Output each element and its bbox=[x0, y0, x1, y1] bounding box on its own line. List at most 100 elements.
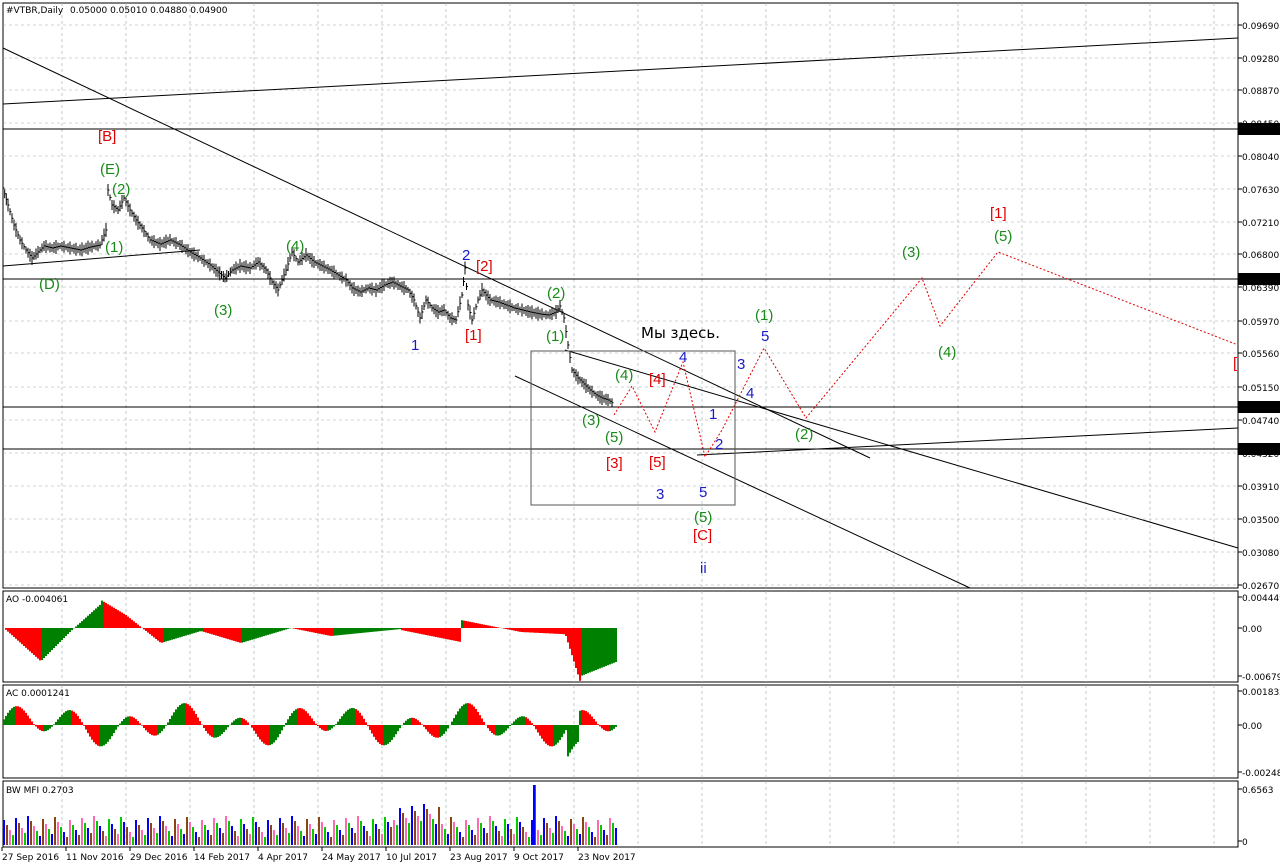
mfi-bar bbox=[429, 814, 431, 845]
ao-bar bbox=[581, 628, 583, 676]
mfi-bar bbox=[69, 820, 71, 845]
ac-bar bbox=[285, 722, 287, 725]
ac-bar bbox=[57, 719, 59, 725]
mfi-bar bbox=[357, 816, 359, 845]
ao-bar bbox=[89, 613, 91, 628]
mfi-bar bbox=[279, 818, 281, 845]
ac-bar bbox=[183, 703, 185, 725]
ao-bar bbox=[39, 628, 41, 661]
ao-bar bbox=[537, 628, 539, 633]
ao-bar bbox=[17, 628, 19, 641]
ac-bar bbox=[331, 725, 333, 729]
ac-bar bbox=[439, 725, 441, 738]
ao-bar bbox=[351, 628, 353, 634]
ao-bar bbox=[567, 628, 569, 643]
mfi-bar bbox=[615, 828, 617, 845]
mfi-bar bbox=[111, 824, 113, 845]
wave-label: 4 bbox=[679, 349, 687, 366]
ao-bar bbox=[591, 628, 593, 672]
ao-bar bbox=[51, 628, 53, 650]
mfi-bar bbox=[216, 823, 218, 845]
ao-bar bbox=[103, 601, 105, 628]
ao-bar bbox=[33, 628, 35, 655]
ac-bar bbox=[351, 708, 353, 725]
ac-bar bbox=[47, 725, 49, 731]
mfi-bar bbox=[579, 834, 581, 845]
ao-bar bbox=[135, 623, 137, 628]
ac-bar bbox=[385, 725, 387, 745]
ao-bar bbox=[453, 628, 455, 641]
ao-bar bbox=[195, 628, 197, 633]
ac-bar bbox=[329, 725, 331, 730]
ac-bar bbox=[101, 725, 103, 747]
price-tick-label: 0.09280 bbox=[1242, 55, 1279, 65]
ao-bar bbox=[13, 628, 15, 637]
ao-bar bbox=[81, 621, 83, 628]
ac-bar bbox=[343, 713, 345, 725]
ac-bar bbox=[97, 725, 99, 746]
mfi-bar bbox=[603, 830, 605, 845]
mfi-bar bbox=[192, 827, 194, 845]
ao-bar bbox=[79, 622, 81, 628]
mfi-bar bbox=[390, 827, 392, 845]
ac-bar bbox=[455, 714, 457, 725]
ao-bar bbox=[595, 628, 597, 670]
ao-bar bbox=[75, 626, 77, 628]
ao-bar bbox=[139, 626, 141, 628]
ao-bar bbox=[227, 628, 229, 640]
ao-bar bbox=[253, 628, 255, 640]
main-price-panel[interactable] bbox=[2, 2, 1239, 589]
wave-label: (5) bbox=[994, 228, 1012, 245]
ac-bar bbox=[311, 718, 313, 725]
ao-bar bbox=[553, 628, 555, 634]
ac-bar bbox=[379, 725, 381, 744]
mfi-bar bbox=[528, 837, 530, 845]
mfi-bar bbox=[93, 816, 95, 845]
ao-panel[interactable] bbox=[2, 590, 1239, 683]
mfi-bar bbox=[519, 822, 521, 845]
ao-bar bbox=[605, 628, 607, 666]
mfi-bar bbox=[462, 837, 464, 845]
ac-bar bbox=[31, 721, 33, 725]
ac-bar bbox=[399, 725, 401, 729]
ac-bar bbox=[159, 725, 161, 734]
mfi-bar bbox=[549, 828, 551, 845]
ac-bar bbox=[283, 725, 285, 727]
mfi-bar bbox=[132, 837, 134, 845]
price-tick-label: 0.07630 bbox=[1242, 186, 1279, 196]
ao-bar bbox=[59, 628, 61, 642]
ao-bar bbox=[207, 628, 209, 634]
date-tick-label: 24 May 2017 bbox=[322, 853, 381, 863]
mfi-bar bbox=[39, 836, 41, 845]
ao-bar bbox=[529, 628, 531, 633]
ac-bar bbox=[607, 725, 609, 732]
mfi-bar bbox=[204, 825, 206, 845]
ac-bar bbox=[451, 721, 453, 725]
wave-label: [5] bbox=[649, 454, 666, 471]
ac-bar bbox=[419, 722, 421, 725]
ao-bar bbox=[247, 628, 249, 641]
ao-bar bbox=[109, 605, 111, 628]
ao-bar bbox=[395, 628, 397, 630]
mfi-bar bbox=[606, 835, 608, 845]
mfi-bar bbox=[210, 835, 212, 845]
ao-bar bbox=[315, 628, 317, 633]
mfi-bar bbox=[558, 821, 560, 845]
mfi-bar bbox=[300, 831, 302, 845]
date-tick-label: 10 Jul 2017 bbox=[386, 853, 437, 863]
mfi-bar bbox=[423, 804, 425, 845]
ao-bar bbox=[201, 628, 203, 632]
ac-bar bbox=[37, 725, 39, 729]
ao-bar bbox=[497, 627, 499, 628]
ac-bar bbox=[135, 719, 137, 725]
ac-bar bbox=[111, 725, 113, 737]
ac-bar bbox=[533, 725, 535, 727]
ac-bar bbox=[397, 725, 399, 732]
ac-panel[interactable] bbox=[2, 684, 1239, 779]
trading-chart[interactable]: 0.096900.092800.088700.084500.080400.076… bbox=[0, 0, 1280, 867]
ao-bar bbox=[523, 628, 525, 633]
mfi-panel[interactable] bbox=[2, 780, 1239, 848]
mfi-bar bbox=[441, 824, 443, 845]
ao-bar bbox=[601, 628, 603, 668]
ac-bar bbox=[383, 725, 385, 746]
